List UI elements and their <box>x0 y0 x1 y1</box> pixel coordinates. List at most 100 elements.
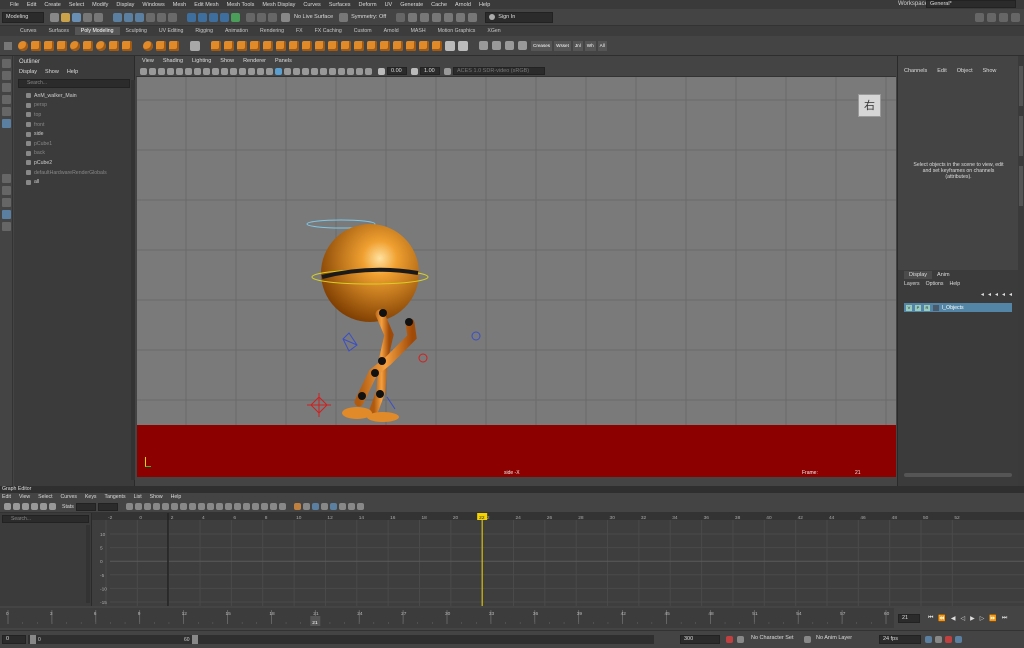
step-back-key-icon[interactable]: ⏪ <box>938 615 945 622</box>
shelf-tab-curves[interactable]: Curves <box>14 27 42 35</box>
move-key-icon[interactable] <box>4 503 11 510</box>
menu-surfaces[interactable]: Surfaces <box>329 2 351 8</box>
poly-torus-icon[interactable] <box>70 40 80 51</box>
menu-uv[interactable]: UV <box>385 2 393 8</box>
arnold-render-icon[interactable] <box>456 12 466 22</box>
magnet-icon[interactable] <box>281 12 290 22</box>
tool-settings-icon[interactable] <box>999 12 1008 22</box>
shelf-tab-motion-graphics[interactable]: Motion Graphics <box>432 27 482 35</box>
flat-tangent-icon[interactable] <box>161 503 169 510</box>
single-pane-icon[interactable] <box>2 174 11 183</box>
step-forward-key-icon[interactable]: ⏩ <box>989 615 996 622</box>
extrude-icon[interactable] <box>380 40 390 51</box>
new-layer-icon[interactable]: ◂ <box>995 291 998 298</box>
menu-help[interactable]: Help <box>479 2 490 8</box>
channel-menu-channels[interactable]: Channels <box>904 68 927 74</box>
pole-vector-control[interactable] <box>471 331 481 341</box>
type-icon[interactable] <box>156 40 166 51</box>
channel-box-side-tab[interactable] <box>1019 66 1023 106</box>
pre-infinity-icon[interactable] <box>260 503 268 510</box>
channel-menu-edit[interactable]: Edit <box>937 68 946 74</box>
shelf-tab-xgen[interactable]: XGen <box>481 27 506 35</box>
outliner-item[interactable]: persp <box>14 101 134 111</box>
foot-ik-handle[interactable] <box>386 396 396 410</box>
channel-box-icon[interactable] <box>1011 12 1020 22</box>
conform-icon[interactable] <box>419 40 429 51</box>
two-d-pan-icon[interactable] <box>176 67 183 75</box>
workspace-dropdown[interactable]: General* <box>926 0 1016 8</box>
mask-icon[interactable] <box>157 12 166 22</box>
shadows-icon[interactable] <box>302 67 309 75</box>
step-forward-frame-icon[interactable]: ▷ <box>980 615 985 622</box>
outliner-item[interactable]: side <box>14 129 134 139</box>
shelf-tab-arnold[interactable]: Arnold <box>378 27 405 35</box>
dope-sheet-icon[interactable] <box>293 503 301 510</box>
graph-menu-edit[interactable]: Edit <box>2 494 11 500</box>
go-to-end-icon[interactable]: ⏭ <box>1002 615 1007 622</box>
plateau-tangent-icon[interactable] <box>179 503 187 510</box>
lights-icon[interactable] <box>293 67 300 75</box>
transfer-icon[interactable] <box>432 40 442 51</box>
time-slider[interactable]: 0 3 6 9 12 15 18 21 24 27 30 33 36 39 42 45 48 51 54 57 60 21 <box>0 608 894 628</box>
shelf-tab-surfaces[interactable]: Surfaces <box>42 27 74 35</box>
wedge-icon[interactable] <box>393 40 403 51</box>
viewport-menu-lighting[interactable]: Lighting <box>192 58 211 64</box>
stacked-view-icon[interactable] <box>320 503 328 510</box>
separate-icon[interactable] <box>190 40 200 51</box>
outliner-item[interactable]: defaultHardwareRenderGlobals <box>14 168 134 178</box>
remesh-icon[interactable] <box>341 40 351 51</box>
smooth-icon[interactable] <box>237 40 247 51</box>
quad-draw-icon[interactable] <box>518 41 527 50</box>
back-foot[interactable] <box>367 412 399 422</box>
play-backwards-icon[interactable]: ◁ <box>961 615 966 622</box>
viewport-3d[interactable]: 右 <box>137 77 896 425</box>
lattice-deform-icon[interactable] <box>22 503 29 510</box>
spline-tangent-icon[interactable] <box>134 503 142 510</box>
redo-icon[interactable] <box>94 12 103 22</box>
range-slider[interactable]: 0 60 <box>28 635 654 644</box>
buffer-curve-icon[interactable] <box>224 503 232 510</box>
select-component-icon[interactable] <box>135 12 144 22</box>
mask-icon[interactable] <box>168 12 177 22</box>
render-settings-icon[interactable] <box>432 12 442 22</box>
mode-dropdown[interactable]: Modeling <box>2 11 44 23</box>
menu-modify[interactable]: Modify <box>92 2 108 8</box>
graph-search[interactable]: Search... <box>2 515 89 523</box>
safe-action-icon[interactable] <box>239 67 246 75</box>
outliner-item[interactable]: AnM_walker_Main <box>14 91 134 101</box>
shelf-tab-rendering[interactable]: Rendering <box>254 27 290 35</box>
ipr-render-icon[interactable] <box>420 12 430 22</box>
outliner-scrollbar[interactable] <box>131 80 135 480</box>
post-infinity-icon[interactable] <box>269 503 277 510</box>
sweep-mesh-icon[interactable] <box>143 40 153 51</box>
key-stats-icon[interactable] <box>49 503 56 510</box>
lock-weight-icon[interactable] <box>215 503 223 510</box>
open-scene-icon[interactable] <box>61 12 70 22</box>
move-layer-down-icon[interactable]: ◂ <box>988 291 991 298</box>
gate-mask-icon[interactable] <box>221 67 228 75</box>
modeling-toolkit-side-tab[interactable] <box>1019 166 1023 206</box>
field-chart-icon[interactable] <box>230 67 237 75</box>
graph-menu-keys[interactable]: Keys <box>85 494 97 500</box>
poly-plane-icon[interactable] <box>83 40 93 51</box>
fps-dropdown[interactable]: 24 fps <box>879 635 921 644</box>
four-pane-icon[interactable] <box>2 186 11 195</box>
region-tool-icon[interactable] <box>31 503 38 510</box>
layer-menu-layers[interactable]: Layers <box>904 281 920 287</box>
retime-tool-icon[interactable] <box>40 503 47 510</box>
shelf-tab-fx[interactable]: FX <box>290 27 309 35</box>
animation-start-field[interactable]: 0 <box>2 635 26 644</box>
shelf-button-creases[interactable]: Creases <box>531 40 553 51</box>
snap-curve-icon[interactable] <box>198 12 207 22</box>
grid-toggle-icon[interactable] <box>194 67 201 75</box>
menu-deform[interactable]: Deform <box>359 2 377 8</box>
normalize-icon[interactable] <box>242 503 250 510</box>
range-end-handle[interactable] <box>192 635 198 644</box>
channel-menu-object[interactable]: Object <box>957 68 973 74</box>
graph-menu-list[interactable]: List <box>134 494 142 500</box>
shelf-tab-uv-editing[interactable]: UV Editing <box>153 27 190 35</box>
new-scene-icon[interactable] <box>50 12 59 22</box>
multi-cut-icon[interactable] <box>479 41 488 50</box>
platonic-solid-icon[interactable] <box>109 40 119 51</box>
menu-select[interactable]: Select <box>69 2 84 8</box>
